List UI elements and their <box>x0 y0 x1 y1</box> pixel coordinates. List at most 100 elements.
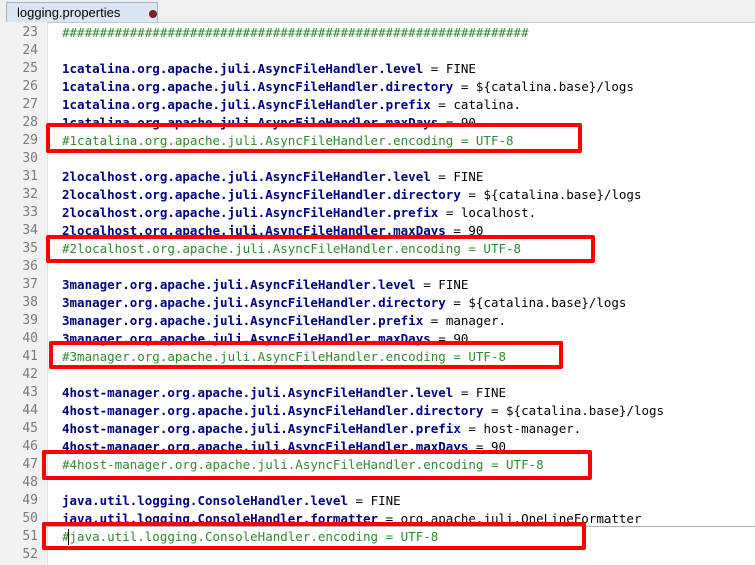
property-value: FINE <box>370 493 401 508</box>
unsaved-dot-icon[interactable] <box>149 10 157 18</box>
code-line[interactable]: 48 <box>0 474 755 492</box>
line-text: 1catalina.org.apache.juli.AsyncFileHandl… <box>62 114 476 132</box>
code-line[interactable]: 41 #3manager.org.apache.juli.AsyncFileHan… <box>0 348 755 366</box>
comment-text: #2localhost.org.apache.juli.AsyncFileHan… <box>62 241 522 256</box>
line-text: 2localhost.org.apache.juli.AsyncFileHand… <box>62 222 483 240</box>
line-number: 33 <box>22 205 38 220</box>
equals-operator: = <box>347 493 371 508</box>
property-key: 1catalina.org.apache.juli.AsyncFileHandl… <box>62 61 424 76</box>
code-line[interactable]: 28 1catalina.org.apache.juli.AsyncFileHan… <box>0 114 755 132</box>
code-line[interactable]: 32 2localhost.org.apache.juli.AsyncFileHa… <box>0 186 755 204</box>
tab-title: logging.properties <box>17 5 121 20</box>
property-key: 1catalina.org.apache.juli.AsyncFileHandl… <box>62 115 439 130</box>
code-line[interactable]: 40 3manager.org.apache.juli.AsyncFileHand… <box>0 330 755 348</box>
property-key: 3manager.org.apache.juli.AsyncFileHandle… <box>62 277 416 292</box>
equals-operator: = <box>445 223 469 238</box>
line-number: 32 <box>22 187 38 202</box>
line-number: 38 <box>22 295 38 310</box>
property-key: 3manager.org.apache.juli.AsyncFileHandle… <box>62 331 431 346</box>
code-line[interactable]: 35 #2localhost.org.apache.juli.AsyncFileH… <box>0 240 755 258</box>
comment-text: #4host-manager.org.apache.juli.AsyncFile… <box>62 457 544 472</box>
line-text: 3manager.org.apache.juli.AsyncFileHandle… <box>62 330 468 348</box>
line-text: 1catalina.org.apache.juli.AsyncFileHandl… <box>62 78 634 96</box>
line-number: 27 <box>22 97 38 112</box>
code-line[interactable]: 38 3manager.org.apache.juli.AsyncFileHand… <box>0 294 755 312</box>
property-value: ${catalina.base}/logs <box>468 295 627 310</box>
line-text: 1catalina.org.apache.juli.AsyncFileHandl… <box>62 96 521 114</box>
line-text: 1catalina.org.apache.juli.AsyncFileHandl… <box>62 60 476 78</box>
line-number: 48 <box>22 475 38 490</box>
property-key: 2localhost.org.apache.juli.AsyncFileHand… <box>62 223 446 238</box>
code-line[interactable]: 25 1catalina.org.apache.juli.AsyncFileHan… <box>0 60 755 78</box>
property-value: 90 <box>490 439 507 454</box>
code-line[interactable]: 34 2localhost.org.apache.juli.AsyncFileHa… <box>0 222 755 240</box>
code-line[interactable]: 31 2localhost.org.apache.juli.AsyncFileHa… <box>0 168 755 186</box>
line-number: 51 <box>22 529 38 544</box>
code-line[interactable]: 52 <box>0 546 755 564</box>
comment-text: #3manager.org.apache.juli.AsyncFileHandl… <box>62 349 507 364</box>
code-line[interactable]: 42 <box>0 366 755 384</box>
property-value: host-manager. <box>483 421 582 436</box>
line-text: 2localhost.org.apache.juli.AsyncFileHand… <box>62 204 536 222</box>
code-line[interactable]: 23 ######################################… <box>0 24 755 42</box>
equals-operator: = <box>445 295 469 310</box>
equals-operator: = <box>438 205 461 220</box>
equals-operator: = <box>468 439 491 454</box>
code-line[interactable]: 29 #1catalina.org.apache.juli.AsyncFileHa… <box>0 132 755 150</box>
property-key: java.util.logging.ConsoleHandler.formatt… <box>62 511 379 526</box>
comment-text: ########################################… <box>62 25 529 40</box>
equals-operator: = <box>430 331 454 346</box>
property-value: 90 <box>468 223 484 238</box>
line-number: 40 <box>22 331 38 346</box>
line-number: 34 <box>22 223 38 238</box>
equals-operator: = <box>415 277 439 292</box>
property-value: ${catalina.base}/logs <box>483 187 642 202</box>
property-value: org.apache.juli.OneLineFormatter <box>400 511 642 526</box>
line-number: 24 <box>22 43 38 58</box>
code-line[interactable]: 49 java.util.logging.ConsoleHandler.level… <box>0 492 755 510</box>
code-line[interactable]: 36 <box>0 258 755 276</box>
line-number: 26 <box>22 79 38 94</box>
line-number: 28 <box>22 115 38 130</box>
property-value: localhost. <box>460 205 537 220</box>
editor-tab-bar: logging.properties <box>0 0 755 23</box>
code-line[interactable]: 37 3manager.org.apache.juli.AsyncFileHand… <box>0 276 755 294</box>
property-value: catalina. <box>453 97 522 112</box>
code-line[interactable]: 46 4host-manager.org.apache.juli.AsyncFil… <box>0 438 755 456</box>
code-line[interactable]: 33 2localhost.org.apache.juli.AsyncFileHa… <box>0 204 755 222</box>
line-number: 50 <box>22 511 38 526</box>
tab-logging-properties[interactable]: logging.properties <box>6 2 158 22</box>
code-line[interactable]: 24 <box>0 42 755 60</box>
code-editor[interactable]: 23 ######################################… <box>0 22 755 565</box>
property-value: ${catalina.base}/logs <box>475 79 634 94</box>
line-text: 2localhost.org.apache.juli.AsyncFileHand… <box>62 186 641 204</box>
equals-operator: = <box>483 403 507 418</box>
code-line[interactable]: 47 #4host-manager.org.apache.juli.AsyncFi… <box>0 456 755 474</box>
code-line[interactable]: 51 #java.util.logging.ConsoleHandler.enco… <box>0 528 755 546</box>
property-value: 90 <box>453 331 469 346</box>
equals-operator: = <box>423 61 446 76</box>
property-value: FINE <box>438 277 469 292</box>
code-line[interactable]: 45 4host-manager.org.apache.juli.AsyncFil… <box>0 420 755 438</box>
property-key: 3manager.org.apache.juli.AsyncFileHandle… <box>62 313 424 328</box>
property-key: 3manager.org.apache.juli.AsyncFileHandle… <box>62 295 446 310</box>
property-value: FINE <box>453 169 484 184</box>
code-line[interactable]: 30 <box>0 150 755 168</box>
line-text: 2localhost.org.apache.juli.AsyncFileHand… <box>62 168 483 186</box>
line-number: 36 <box>22 259 38 274</box>
text-caret <box>68 529 69 545</box>
property-value: manager. <box>445 313 507 328</box>
property-key: 2localhost.org.apache.juli.AsyncFileHand… <box>62 169 431 184</box>
line-number: 31 <box>22 169 38 184</box>
equals-operator: = <box>453 385 476 400</box>
code-line[interactable]: 26 1catalina.org.apache.juli.AsyncFileHan… <box>0 78 755 96</box>
code-line[interactable]: 27 1catalina.org.apache.juli.AsyncFileHan… <box>0 96 755 114</box>
property-value: ${catalina.base}/logs <box>506 403 665 418</box>
code-line[interactable]: 39 3manager.org.apache.juli.AsyncFileHand… <box>0 312 755 330</box>
comment-text: #1catalina.org.apache.juli.AsyncFileHand… <box>62 133 514 148</box>
property-key: 1catalina.org.apache.juli.AsyncFileHandl… <box>62 79 454 94</box>
line-number: 52 <box>22 547 38 562</box>
code-line[interactable]: 44 4host-manager.org.apache.juli.AsyncFil… <box>0 402 755 420</box>
code-line[interactable]: 43 4host-manager.org.apache.juli.AsyncFil… <box>0 384 755 402</box>
line-number: 25 <box>22 61 38 76</box>
